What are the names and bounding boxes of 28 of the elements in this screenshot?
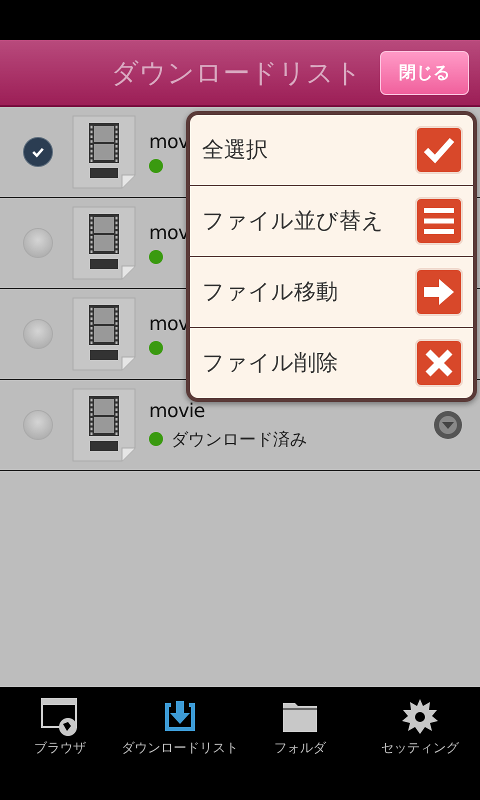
menu-item[interactable]: 全選択 bbox=[190, 115, 473, 186]
menu-item[interactable]: ファイル削除 bbox=[190, 328, 473, 398]
nav-tab[interactable]: フォルダ bbox=[240, 697, 360, 800]
mp4-file-icon bbox=[70, 115, 138, 189]
menu-item[interactable]: ファイル移動 bbox=[190, 257, 473, 328]
mp4-file-icon bbox=[70, 297, 138, 371]
screen-title: ダウンロードリスト bbox=[111, 56, 362, 90]
download-status: ダウンロード済み bbox=[171, 428, 307, 450]
nav-tab[interactable]: ダウンロードリスト bbox=[120, 697, 240, 800]
select-checkbox[interactable] bbox=[23, 228, 53, 258]
checkmark-icon bbox=[415, 126, 463, 174]
nav-tab[interactable]: ブラウザ bbox=[0, 697, 120, 800]
browser-globe-icon bbox=[40, 697, 80, 737]
menu-item[interactable]: ファイル並び替え bbox=[190, 186, 473, 257]
mp4-file-icon bbox=[70, 206, 138, 280]
close-icon bbox=[415, 339, 463, 387]
status-dot-icon bbox=[149, 159, 163, 173]
nav-tab[interactable]: セッティング bbox=[360, 697, 480, 800]
select-checkbox[interactable] bbox=[23, 410, 53, 440]
status-dot-icon bbox=[149, 250, 163, 264]
dropdown-icon[interactable] bbox=[433, 410, 463, 440]
select-checkbox[interactable] bbox=[23, 137, 53, 167]
file-name: movie bbox=[149, 400, 205, 422]
lines-icon bbox=[415, 197, 463, 245]
status-dot-icon bbox=[149, 432, 163, 446]
status-dot-icon bbox=[149, 341, 163, 355]
select-checkbox[interactable] bbox=[23, 319, 53, 349]
mp4-file-icon bbox=[70, 388, 138, 462]
